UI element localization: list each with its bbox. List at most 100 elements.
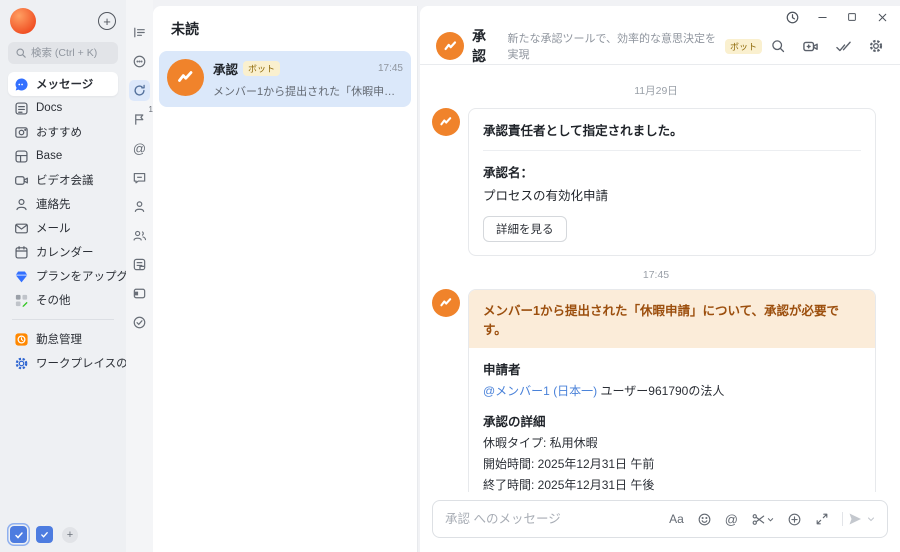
sidebar-item-label: ビデオ会議 (36, 175, 94, 187)
sidebar-item-label: Docs (36, 102, 63, 114)
workspace-icon-current[interactable] (10, 526, 27, 543)
search-input[interactable] (31, 47, 111, 59)
sidebar-item-attendance[interactable]: 勤怠管理 (8, 327, 118, 351)
detail-leave-type: 休暇タイプ: 私用休暇 (483, 436, 598, 450)
add-workspace-icon[interactable]: + (62, 526, 78, 543)
approval-banner: メンバー1から提出された「休暇申請」について、承認が必要です。 (469, 290, 875, 348)
sidebar-item-label: メール (36, 223, 71, 235)
add-icon[interactable]: + (98, 12, 116, 30)
send-icon[interactable] (847, 511, 863, 527)
conversation-item[interactable]: 承認 ボット 17:45 メンバー1から提出された「休暇申請」について、承認が必… (159, 51, 411, 107)
chat-subtitle: 新たな承認ツールで、効率的な意思決定を実現 (507, 33, 717, 61)
search-icon (16, 48, 26, 58)
approval-bot-avatar[interactable] (436, 32, 464, 60)
approval-notice-card: 承認責任者として指定されました。 承認名： プロセスの有効化申請 詳細を見る (468, 108, 876, 256)
applicant-org: ユーザー961790の法人 (600, 384, 725, 398)
chat-panel: 承認 新たな承認ツールで、効率的な意思決定を実現 ボット 11月29日 承認責任… (420, 6, 900, 552)
approval-bot-avatar[interactable] (432, 108, 460, 136)
conversation-filter-icon[interactable] (129, 22, 150, 43)
message-list-panel: 未読 承認 ボット 17:45 メンバー1から提出された「休暇申請」について、承… (153, 6, 418, 552)
sidebar-item-label: 連絡先 (36, 199, 71, 211)
chat-icon (14, 77, 29, 92)
close-icon[interactable] (874, 9, 890, 25)
send-options-chevron-icon[interactable] (867, 515, 875, 523)
sidebar: + メッセージ Docs おすすめ Base (0, 0, 163, 552)
sidebar-item-messages[interactable]: メッセージ (8, 72, 118, 96)
window-titlebar (420, 6, 900, 28)
text-format-icon[interactable]: Aa (669, 512, 684, 526)
flag-icon[interactable]: 1 (129, 105, 153, 130)
gem-icon (14, 269, 29, 284)
applicant-label: 申請者 (483, 363, 521, 377)
history-icon[interactable] (784, 9, 800, 25)
search-in-chat-icon[interactable] (770, 38, 786, 54)
sidebar-item-calendar[interactable]: カレンダー (8, 240, 118, 264)
contacts-rail-icon[interactable] (129, 196, 150, 217)
sidebar-item-workplace-settings[interactable]: ワークプレイスの設定 (8, 351, 151, 375)
message-row: 承認責任者として指定されました。 承認名： プロセスの有効化申請 詳細を見る (432, 108, 880, 256)
search-input-wrap[interactable] (8, 42, 118, 64)
sidebar-item-contacts[interactable]: 連絡先 (8, 192, 118, 216)
label-icon[interactable] (129, 283, 150, 304)
video-call-icon[interactable] (802, 38, 819, 55)
attach-plus-icon[interactable] (787, 512, 802, 527)
mention-link[interactable]: @メンバー1 (日本一) (483, 384, 597, 398)
sidebar-item-video[interactable]: ビデオ会議 (8, 168, 118, 192)
settings-icon[interactable] (868, 38, 884, 54)
workspace-icon[interactable] (36, 526, 53, 543)
sidebar-item-recommend[interactable]: おすすめ (8, 120, 118, 144)
chat-body[interactable]: 11月29日 承認責任者として指定されました。 承認名： プロセスの有効化申請 … (420, 65, 900, 492)
base-icon (14, 149, 29, 164)
approval-bot-avatar[interactable] (432, 289, 460, 317)
chat-header: 承認 新たな承認ツールで、効率的な意思決定を実現 ボット (420, 28, 900, 65)
maximize-icon[interactable] (844, 9, 860, 25)
message-bubble-icon[interactable] (129, 51, 150, 72)
mention-icon[interactable]: @ (129, 138, 150, 159)
sidebar-item-more[interactable]: その他 (8, 288, 118, 312)
chat-title: 承認 (472, 28, 486, 64)
sidebar-item-label: おすすめ (36, 127, 82, 139)
message-list-title: 未読 (171, 21, 199, 37)
bot-badge: ボット (724, 38, 762, 54)
sidebar-item-label: カレンダー (36, 247, 94, 259)
sidebar-item-upgrade[interactable]: プランをアップグレード (8, 264, 163, 288)
more-apps-icon (14, 293, 29, 308)
mention-icon[interactable]: @ (725, 512, 738, 527)
view-details-button[interactable]: 詳細を見る (483, 216, 567, 242)
sidebar-item-label: その他 (36, 295, 71, 307)
group-icon[interactable] (129, 225, 150, 246)
sidebar-item-label: 勤怠管理 (36, 334, 82, 346)
screenshot-scissors-icon[interactable] (751, 512, 774, 527)
user-avatar[interactable] (10, 8, 36, 34)
unread-refresh-icon[interactable] (129, 80, 150, 101)
sidebar-item-base[interactable]: Base (8, 144, 118, 168)
approval-request-card: メンバー1から提出された「休暇申請」について、承認が必要です。 申請者 @メンバ… (468, 289, 876, 492)
approval-details-label: 承認の詳細 (483, 415, 546, 429)
attendance-icon (14, 332, 29, 347)
emoji-icon[interactable] (697, 512, 712, 527)
done-icon[interactable] (129, 312, 150, 333)
sidebar-item-label: Base (36, 150, 63, 162)
mail-icon (14, 221, 29, 236)
sidebar-divider (12, 319, 114, 320)
conversation-preview: メンバー1から提出された「休暇申請」について、承認が必要です。 (213, 86, 403, 98)
workspace-dock: + (10, 526, 78, 543)
approval-name-value: プロセスの有効化申請 (483, 189, 609, 203)
docs-rail-icon[interactable] (129, 254, 150, 275)
expand-icon[interactable] (815, 512, 829, 526)
card-title: 承認責任者として指定されました。 (483, 124, 683, 138)
card-divider (483, 150, 861, 151)
minimize-icon[interactable] (814, 9, 830, 25)
detail-start-time: 開始時間: 2025年12月31日 午前 (483, 457, 655, 471)
sidebar-item-mail[interactable]: メール (8, 216, 118, 240)
topics-icon[interactable] (129, 167, 150, 188)
send-separator (842, 512, 843, 526)
message-timestamp: 17:45 (642, 269, 670, 281)
app-window: + メッセージ Docs おすすめ Base (0, 0, 900, 552)
double-check-icon[interactable] (835, 38, 852, 55)
bot-badge: ボット (243, 61, 281, 76)
sidebar-item-docs[interactable]: Docs (8, 96, 118, 120)
composer-area: Aa @ (420, 492, 900, 552)
message-input[interactable] (445, 512, 657, 526)
composer[interactable]: Aa @ (432, 500, 888, 538)
